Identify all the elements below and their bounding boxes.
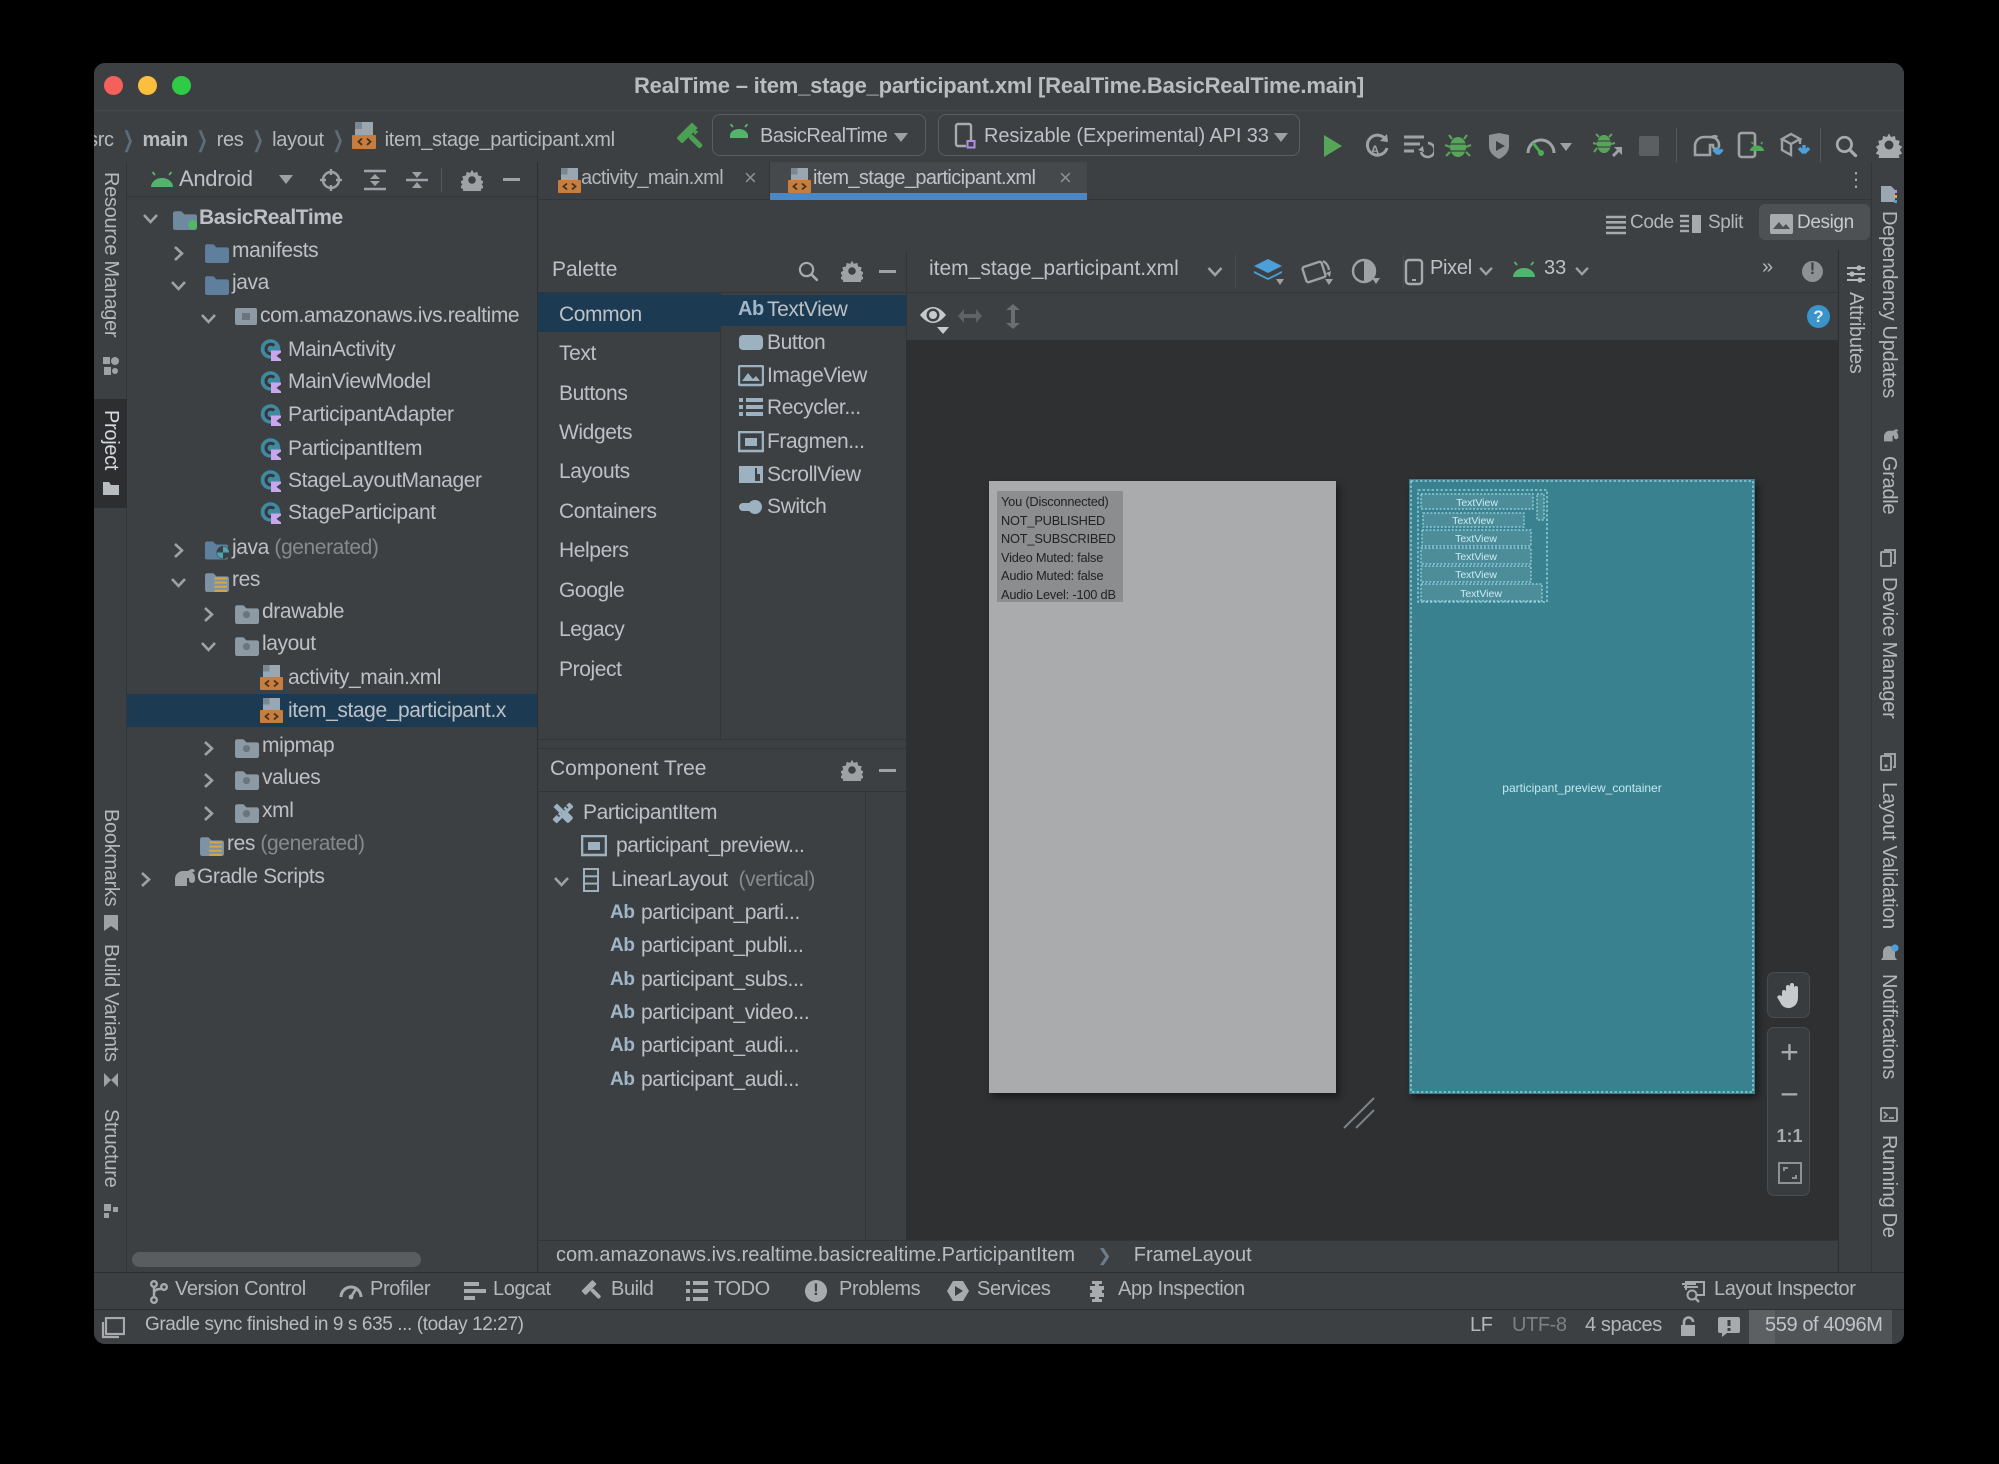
svg-text:TextView: TextView [1455, 569, 1497, 581]
svg-text:A: A [1371, 143, 1380, 157]
svg-text:TextView: TextView [1456, 497, 1498, 509]
svg-text:TextView: TextView [1455, 533, 1497, 545]
svg-text:TextView: TextView [1452, 515, 1494, 527]
svg-text:TextView: TextView [1455, 551, 1497, 563]
svg-text:TextView: TextView [1460, 588, 1502, 600]
